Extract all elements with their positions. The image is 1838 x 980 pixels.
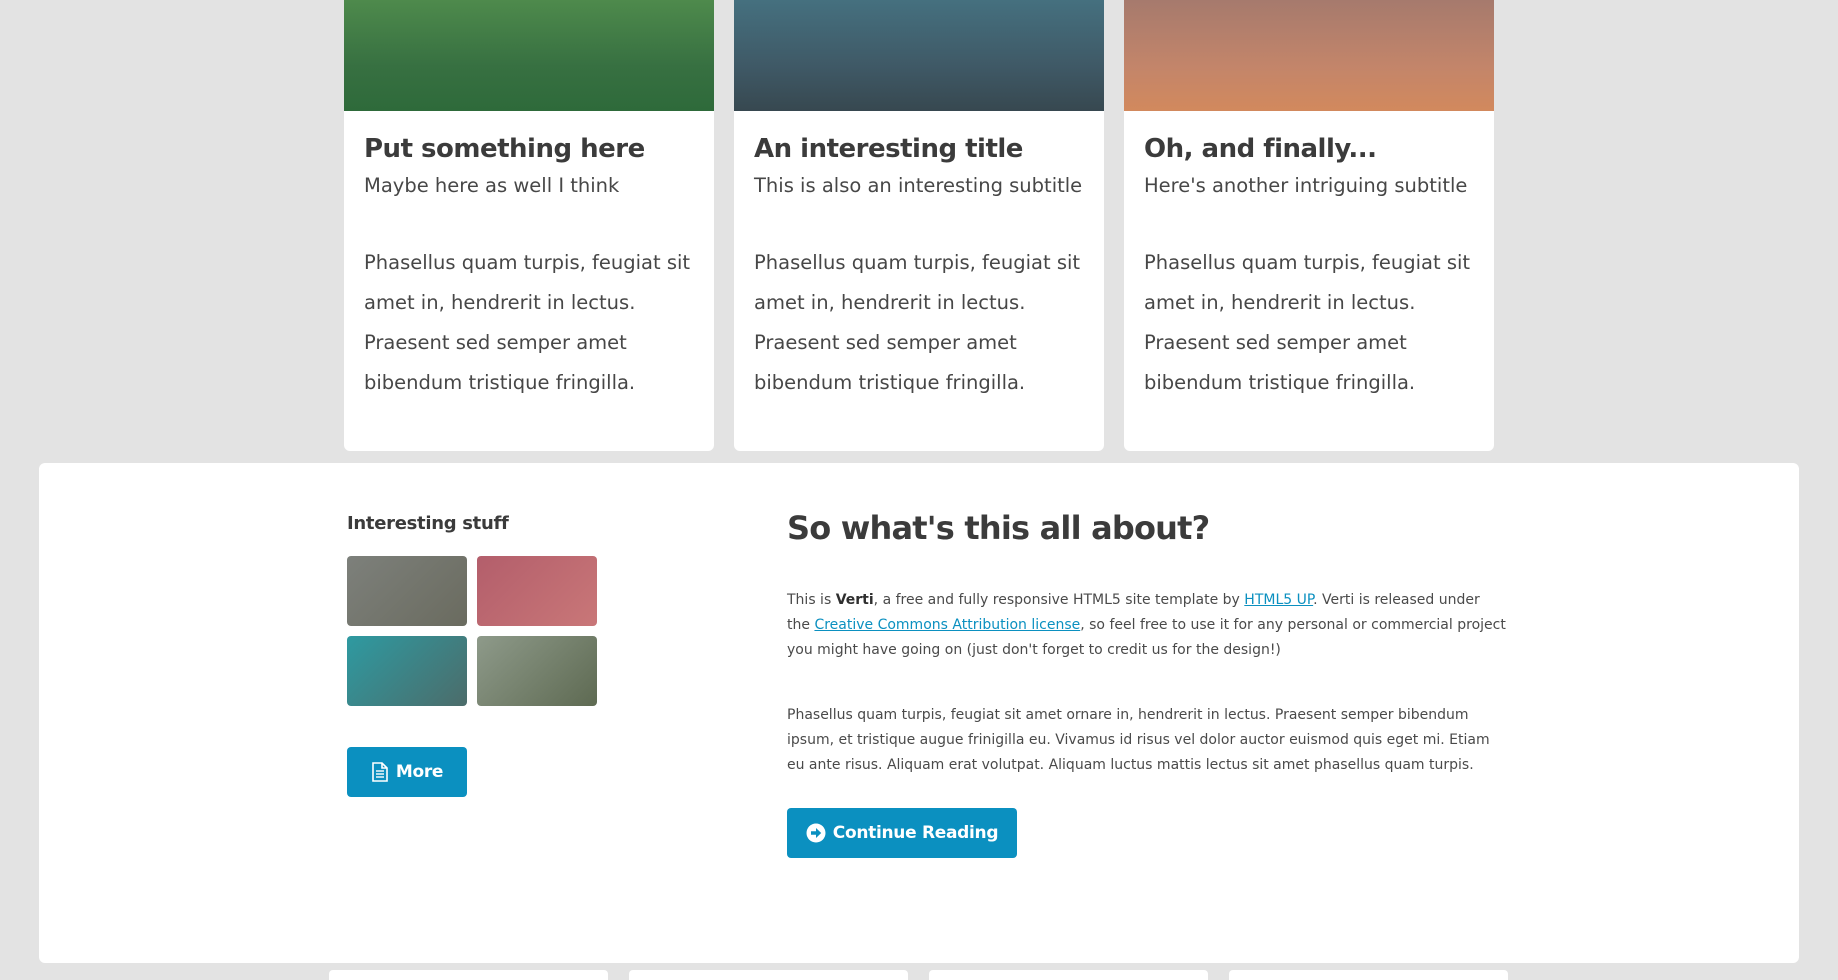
continue-reading-label: Continue Reading <box>832 823 999 843</box>
features-row: Put something here Maybe here as well I … <box>344 0 1495 451</box>
license-link[interactable]: Creative Commons Attribution license <box>814 617 1080 633</box>
feature-title: Put something here <box>364 134 645 164</box>
gallery-thumbnail[interactable] <box>347 556 467 626</box>
intro-paragraph: This is Verti, a free and fully responsi… <box>787 588 1507 663</box>
content-title: So what's this all about? <box>787 509 1210 547</box>
feature-text: Phasellus quam turpis, feugiat sit amet … <box>364 251 691 394</box>
html5up-link[interactable]: HTML5 UP <box>1244 592 1313 608</box>
feature-title: An interesting title <box>754 134 1023 164</box>
feature-image[interactable] <box>344 0 714 111</box>
document-icon <box>371 762 389 782</box>
arrow-circle-right-icon <box>806 823 826 843</box>
bottom-box <box>629 970 908 980</box>
feature-text: Phasellus quam turpis, feugiat sit amet … <box>1144 251 1471 394</box>
more-button[interactable]: More <box>347 747 467 797</box>
bottom-box <box>329 970 608 980</box>
feature-subtitle: Maybe here as well I think <box>364 174 620 197</box>
intro-text: This is <box>787 592 836 608</box>
feature-image[interactable] <box>1124 0 1494 111</box>
sidebar-title: Interesting stuff <box>347 513 509 534</box>
feature-card: An interesting title This is also an int… <box>734 0 1104 451</box>
feature-subtitle: This is also an interesting subtitle <box>754 174 1083 197</box>
feature-text: Phasellus quam turpis, feugiat sit amet … <box>754 251 1081 394</box>
feature-card: Put something here Maybe here as well I … <box>344 0 714 451</box>
main-panel: Interesting stuff More So what's this al… <box>39 463 1799 963</box>
bottom-box <box>929 970 1208 980</box>
brand-name: Verti <box>835 592 874 608</box>
continue-reading-button[interactable]: Continue Reading <box>787 808 1017 858</box>
body-paragraph: Phasellus quam turpis, feugiat sit amet … <box>787 707 1490 773</box>
more-button-label: More <box>395 762 444 782</box>
feature-title: Oh, and finally... <box>1144 134 1377 164</box>
feature-subtitle: Here's another intriguing subtitle <box>1144 174 1468 197</box>
intro-text: , a free and fully responsive HTML5 site… <box>873 592 1245 608</box>
gallery-thumbnail[interactable] <box>347 636 467 706</box>
feature-card: Oh, and finally... Here's another intrig… <box>1124 0 1494 451</box>
feature-image[interactable] <box>734 0 1104 111</box>
gallery-thumbnail[interactable] <box>477 556 597 626</box>
bottom-box <box>1229 970 1508 980</box>
gallery-thumbnail[interactable] <box>477 636 597 706</box>
